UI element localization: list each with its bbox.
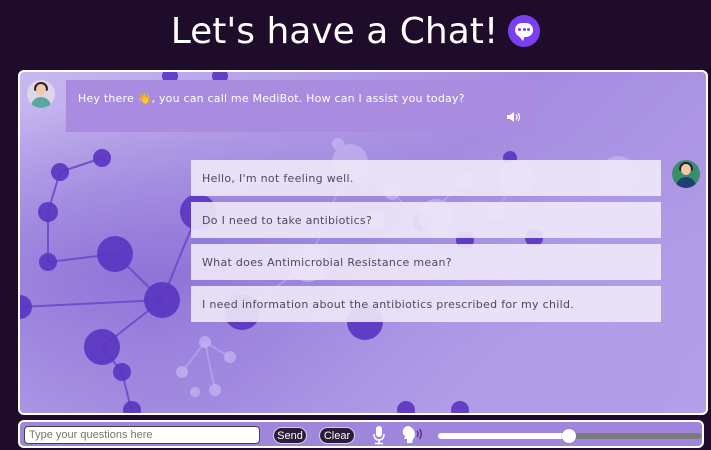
user-message: What does Antimicrobial Resistance mean? [191, 244, 661, 280]
page-header: Let's have a Chat! [0, 0, 711, 62]
bot-avatar [27, 80, 55, 108]
page-title: Let's have a Chat! [170, 10, 499, 52]
voice-assistant-icon[interactable] [401, 425, 425, 445]
input-bar: Send Clear [18, 420, 704, 448]
user-message: Do I need to take antibiotics? [191, 202, 661, 238]
user-message-text: I need information about the antibiotics… [202, 297, 575, 311]
chat-window[interactable]: Hey there 👋, you can call me MediBot. Ho… [18, 70, 708, 415]
bot-message-text-start: Hey there [78, 92, 138, 105]
clear-button[interactable]: Clear [319, 427, 355, 444]
slider-thumb[interactable] [562, 429, 576, 443]
user-message: I need information about the antibiotics… [191, 286, 661, 322]
speaker-icon[interactable] [506, 111, 522, 123]
user-avatar [672, 160, 700, 188]
user-message-text: What does Antimicrobial Resistance mean? [202, 255, 452, 269]
send-button[interactable]: Send [273, 427, 307, 444]
wave-emoji: 👋 [137, 92, 152, 105]
microphone-icon[interactable] [372, 425, 386, 445]
user-message-text: Do I need to take antibiotics? [202, 213, 373, 227]
volume-slider[interactable] [438, 429, 702, 443]
user-message: Hello, I'm not feeling well. [191, 160, 661, 196]
question-input[interactable] [24, 426, 260, 444]
user-message-text: Hello, I'm not feeling well. [202, 171, 354, 185]
bot-message-text-end: , you can call me MediBot. How can I ass… [151, 92, 465, 105]
chat-bubble-icon [508, 15, 541, 47]
bot-message: Hey there 👋, you can call me MediBot. Ho… [66, 80, 536, 132]
